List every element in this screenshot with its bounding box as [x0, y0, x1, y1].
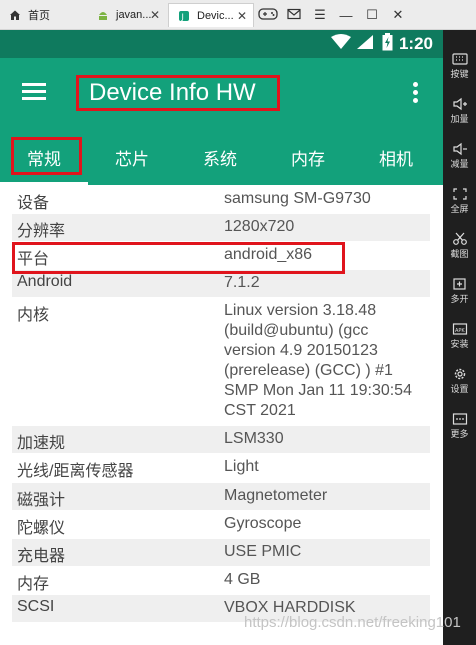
- android-status-bar: 1:20: [0, 30, 443, 58]
- tab-home[interactable]: 首页: [0, 3, 82, 27]
- active-tab-indicator: [0, 182, 88, 185]
- info-value: samsung SM-G9730: [224, 190, 371, 207]
- info-value: USE PMIC: [224, 543, 302, 560]
- info-key: 内存: [17, 576, 50, 593]
- info-key: 内核: [17, 307, 50, 324]
- tab-device[interactable]: J Devic... ✕: [168, 3, 254, 27]
- scissors-icon: [443, 232, 476, 248]
- info-row-gyroscope: 陀螺仪 Gyroscope: [12, 511, 430, 539]
- mail-icon[interactable]: [281, 8, 307, 23]
- volume-up-icon: [443, 97, 476, 113]
- info-row-magnetometer: 磁强计 Magnetometer: [12, 483, 430, 511]
- keyboard-button[interactable]: 按键: [443, 52, 476, 80]
- kernel-line: (build@ubuntu) (gcc: [224, 322, 369, 339]
- tab-highlight-box: [11, 137, 82, 175]
- close-icon[interactable]: ✕: [150, 8, 160, 22]
- tab-label: Devic...: [197, 9, 234, 22]
- volume-down-button[interactable]: 减量: [443, 142, 476, 170]
- status-time: 1:20: [398, 34, 433, 53]
- tab-camera[interactable]: 相机: [352, 130, 440, 185]
- info-value: 1280x720: [224, 218, 295, 235]
- android-icon: [96, 8, 110, 22]
- overflow-menu-icon[interactable]: [412, 82, 418, 104]
- close-icon[interactable]: ✕: [385, 7, 411, 23]
- info-value: 4 GB: [224, 571, 261, 588]
- fullscreen-icon: [443, 187, 476, 203]
- window-titlebar: 首页 javan... ✕ J Devic... ✕ ☰ — ☐ ✕: [0, 0, 476, 30]
- info-key: 分辨率: [17, 223, 66, 240]
- info-row-light-sensor: 光线/距离传感器 Light: [12, 454, 430, 483]
- maximize-icon[interactable]: ☐: [359, 7, 385, 23]
- fullscreen-button[interactable]: 全屏: [443, 187, 476, 215]
- info-row-device: 设备 samsung SM-G9730: [12, 186, 430, 214]
- menu-icon[interactable]: ☰: [307, 7, 333, 23]
- watermark-text: https://blog.csdn.net/freeking101: [244, 614, 461, 631]
- left-gutter: [0, 186, 12, 645]
- tab-memory[interactable]: 内存: [264, 130, 352, 185]
- volume-up-button[interactable]: 加量: [443, 97, 476, 125]
- svg-text:APK: APK: [455, 328, 465, 334]
- emulator-sidebar: 按键 加量 减量 全屏 截图 多开 APK 安装 设置 更多: [443, 30, 476, 645]
- kernel-line: (prerelease) (GCC) ) #1: [224, 362, 393, 379]
- info-value: Gyroscope: [224, 515, 302, 532]
- kernel-line: SMP Mon Jan 11 19:30:54: [224, 382, 412, 399]
- app-toolbar: Device Info HW: [0, 58, 443, 130]
- info-key: SCSI: [17, 598, 55, 615]
- volume-down-icon: [443, 142, 476, 158]
- kernel-line: version 4.9 20150123: [224, 342, 378, 359]
- info-key: 光线/距离传感器: [17, 463, 134, 480]
- platform-highlight-box: [12, 242, 345, 274]
- window-controls: ☰ — ☐ ✕: [255, 4, 411, 26]
- info-value: Magnetometer: [224, 487, 328, 504]
- keyboard-icon: [443, 52, 476, 68]
- kernel-line: Linux version 3.18.48: [224, 302, 377, 319]
- tab-system[interactable]: 系统: [176, 130, 264, 185]
- tab-label: javan...: [116, 9, 152, 21]
- title-highlight-box: [76, 75, 280, 111]
- multi-open-icon: [443, 277, 476, 293]
- more-icon: [443, 412, 476, 428]
- info-row-accelerometer: 加速规 LSM330: [12, 426, 430, 454]
- info-value: 7.1.2: [224, 274, 260, 291]
- info-row-memory: 内存 4 GB: [12, 567, 430, 595]
- more-button[interactable]: 更多: [443, 412, 476, 440]
- app-icon: J: [177, 9, 191, 23]
- info-key: 磁强计: [17, 492, 66, 509]
- info-row-charger: 充电器 USE PMIC: [12, 539, 430, 567]
- info-key: Android: [17, 273, 73, 290]
- info-key: 加速规: [17, 435, 66, 452]
- hamburger-menu-icon[interactable]: [22, 83, 46, 101]
- info-key: 陀螺仪: [17, 520, 66, 537]
- kernel-line: CST 2021: [224, 402, 296, 419]
- info-key: 设备: [17, 195, 50, 212]
- info-key: 充电器: [17, 548, 66, 565]
- tab-chip[interactable]: 芯片: [88, 130, 176, 185]
- tab-label: 首页: [28, 10, 50, 22]
- info-row-kernel: 内核 Linux version 3.18.48 (build@ubuntu) …: [12, 298, 430, 426]
- battery-icon: [382, 32, 393, 56]
- settings-button[interactable]: 设置: [443, 367, 476, 395]
- screenshot-button[interactable]: 截图: [443, 232, 476, 260]
- info-row-resolution: 分辨率 1280x720: [12, 214, 430, 242]
- home-icon: [8, 8, 22, 22]
- wifi-icon: [330, 33, 352, 55]
- tab-javan[interactable]: javan... ✕: [86, 3, 166, 27]
- apk-install-icon: APK: [443, 322, 476, 338]
- svg-text:J: J: [181, 12, 184, 21]
- multi-open-button[interactable]: 多开: [443, 277, 476, 305]
- close-icon[interactable]: ✕: [237, 9, 247, 23]
- install-button[interactable]: APK 安装: [443, 322, 476, 350]
- info-value: LSM330: [224, 430, 284, 447]
- gear-icon: [443, 367, 476, 383]
- minimize-icon[interactable]: —: [333, 8, 359, 23]
- info-value: Light: [224, 458, 259, 475]
- info-row-android: Android 7.1.2: [12, 270, 430, 298]
- right-gutter: [430, 186, 443, 645]
- signal-icon: [356, 34, 374, 55]
- info-value: Linux version 3.18.48 (build@ubuntu) (gc…: [224, 301, 428, 421]
- gamepad-icon[interactable]: [255, 7, 281, 24]
